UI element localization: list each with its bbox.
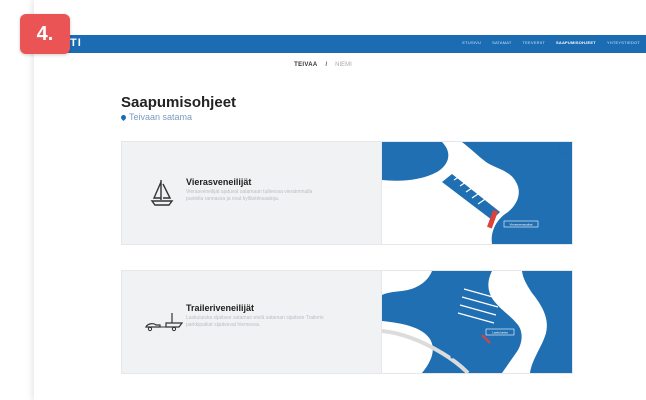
nav-item-yhteystiedot[interactable]: Yhteystiedot: [607, 40, 640, 45]
nav-item-saapumisohjeet[interactable]: Saapumisohjeet: [556, 40, 596, 45]
breadcrumb: TEIVAA / NIEMI: [0, 62, 646, 68]
card-description: Laskuluiska sijaitsee sataman etelä sata…: [186, 315, 324, 328]
location-line: Teivaan satama: [119, 112, 193, 122]
breadcrumb-item-teivaa[interactable]: TEIVAA: [294, 62, 317, 68]
nav-item-etusivu[interactable]: Etusivu: [462, 40, 481, 45]
location-pin-icon: [119, 113, 128, 121]
breadcrumb-separator: /: [325, 62, 328, 68]
breadcrumb-item-niemi[interactable]: NIEMI: [335, 62, 352, 68]
harbor-map-trailer[interactable]: Laskuluiska: [381, 271, 572, 373]
site-logo[interactable]: TI: [70, 37, 82, 49]
card-title: Traileriveneilijät: [186, 303, 255, 313]
map-label: Laskuluiska: [492, 330, 508, 334]
trailer-boat-icon: [144, 303, 184, 339]
guest-boaters-card[interactable]: Vierasveneilijät Vierasveneilijät ajatuv…: [121, 141, 573, 245]
step-number-badge: 4.: [20, 14, 70, 54]
trailer-boaters-card[interactable]: Traileriveneilijät Laskuluiska sijaitsee…: [121, 270, 573, 374]
card-description: Vierasveneilijät ajatuvat satamaan tulle…: [186, 189, 313, 202]
expand-icon[interactable]: [558, 146, 567, 155]
harbor-map-guest[interactable]: Vierasvenepaikat: [381, 142, 572, 244]
card-title: Vierasveneilijät: [186, 177, 252, 187]
sailboat-icon: [144, 174, 180, 210]
page-title: Saapumisohjeet: [121, 94, 237, 111]
location-label: Teivaan satama: [129, 112, 193, 122]
main-nav: Etusivu Satamat Teeveriit Saapumisohjeet…: [462, 40, 640, 45]
nav-item-satamat[interactable]: Satamat: [492, 40, 511, 45]
nav-item-teeveriit[interactable]: Teeveriit: [523, 40, 545, 45]
map-label: Vierasvenepaikat: [510, 223, 533, 227]
